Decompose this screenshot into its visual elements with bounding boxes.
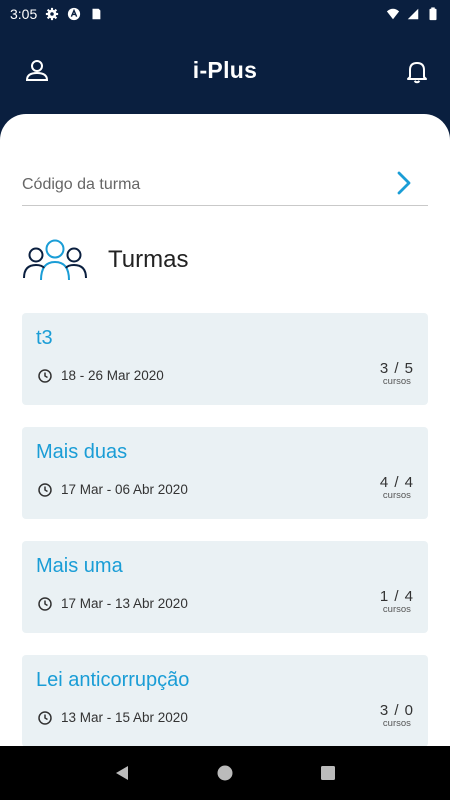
course-count-value: 1 / 4 xyxy=(379,588,414,605)
class-code-field xyxy=(22,164,428,206)
class-code-input[interactable] xyxy=(22,169,382,200)
class-date-range: 18 - 26 Mar 2020 xyxy=(61,368,164,383)
back-icon xyxy=(115,766,128,780)
app-a-icon xyxy=(68,7,81,21)
course-count-label: cursos xyxy=(382,490,411,501)
recents-icon xyxy=(321,766,336,780)
course-count-value: 4 / 4 xyxy=(379,474,414,491)
class-card[interactable]: Lei anticorrupção 13 Mar - 15 Abr 2020 3… xyxy=(22,655,428,746)
course-count: 1 / 4 cursos xyxy=(380,588,414,615)
app-title: i-Plus xyxy=(192,56,258,83)
clock-icon xyxy=(38,710,52,725)
class-dates: 17 Mar - 13 Abr 2020 xyxy=(38,596,188,611)
status-time: 3:05 xyxy=(10,6,38,22)
section-header: Turmas xyxy=(22,236,188,284)
section-title: Turmas xyxy=(108,246,189,273)
class-dates: 17 Mar - 06 Abr 2020 xyxy=(38,482,188,497)
class-title: Mais duas xyxy=(36,441,128,463)
chevron-right-icon[interactable] xyxy=(394,170,414,196)
course-count-value: 3 / 5 xyxy=(379,360,414,377)
nav-home-button[interactable] xyxy=(214,762,236,784)
class-date-range: 17 Mar - 06 Abr 2020 xyxy=(61,482,188,497)
bell-icon[interactable] xyxy=(404,58,430,84)
course-count-label: cursos xyxy=(382,376,411,387)
status-bar: 3:05 xyxy=(0,0,450,28)
nav-back-button[interactable] xyxy=(111,762,133,784)
course-count-value: 3 / 0 xyxy=(379,702,414,719)
class-dates: 18 - 26 Mar 2020 xyxy=(38,368,164,383)
gear-icon xyxy=(46,7,59,21)
clock-icon xyxy=(38,368,52,383)
class-title: Lei anticorrupção xyxy=(36,669,190,691)
signal-icon xyxy=(407,8,419,20)
course-count: 3 / 5 cursos xyxy=(380,360,414,387)
navigation-bar xyxy=(0,746,450,800)
class-list: t3 18 - 26 Mar 2020 3 / 5 cursos Mais du… xyxy=(22,313,428,746)
course-count-label: cursos xyxy=(382,718,411,729)
course-count: 4 / 4 cursos xyxy=(380,474,414,501)
class-card[interactable]: Mais duas 17 Mar - 06 Abr 2020 4 / 4 cur… xyxy=(22,427,428,519)
group-icon xyxy=(23,239,87,281)
class-card[interactable]: t3 18 - 26 Mar 2020 3 / 5 cursos xyxy=(22,313,428,405)
content-sheet: Turmas t3 18 - 26 Mar 2020 3 / 5 cursos … xyxy=(0,114,450,746)
class-title: Mais uma xyxy=(36,555,123,577)
person-icon[interactable] xyxy=(24,58,50,84)
class-title: t3 xyxy=(36,327,53,349)
wifi-icon xyxy=(386,8,400,20)
class-dates: 13 Mar - 15 Abr 2020 xyxy=(38,710,188,725)
class-card[interactable]: Mais uma 17 Mar - 13 Abr 2020 1 / 4 curs… xyxy=(22,541,428,633)
clock-icon xyxy=(38,482,52,497)
nav-recents-button[interactable] xyxy=(317,762,339,784)
app-bar: i-Plus xyxy=(0,28,450,114)
course-count-label: cursos xyxy=(382,604,411,615)
course-count: 3 / 0 cursos xyxy=(380,702,414,729)
class-date-range: 17 Mar - 13 Abr 2020 xyxy=(61,596,188,611)
sd-card-icon xyxy=(92,8,101,20)
battery-icon xyxy=(429,7,437,21)
clock-icon xyxy=(38,596,52,611)
home-icon xyxy=(217,765,233,781)
class-date-range: 13 Mar - 15 Abr 2020 xyxy=(61,710,188,725)
